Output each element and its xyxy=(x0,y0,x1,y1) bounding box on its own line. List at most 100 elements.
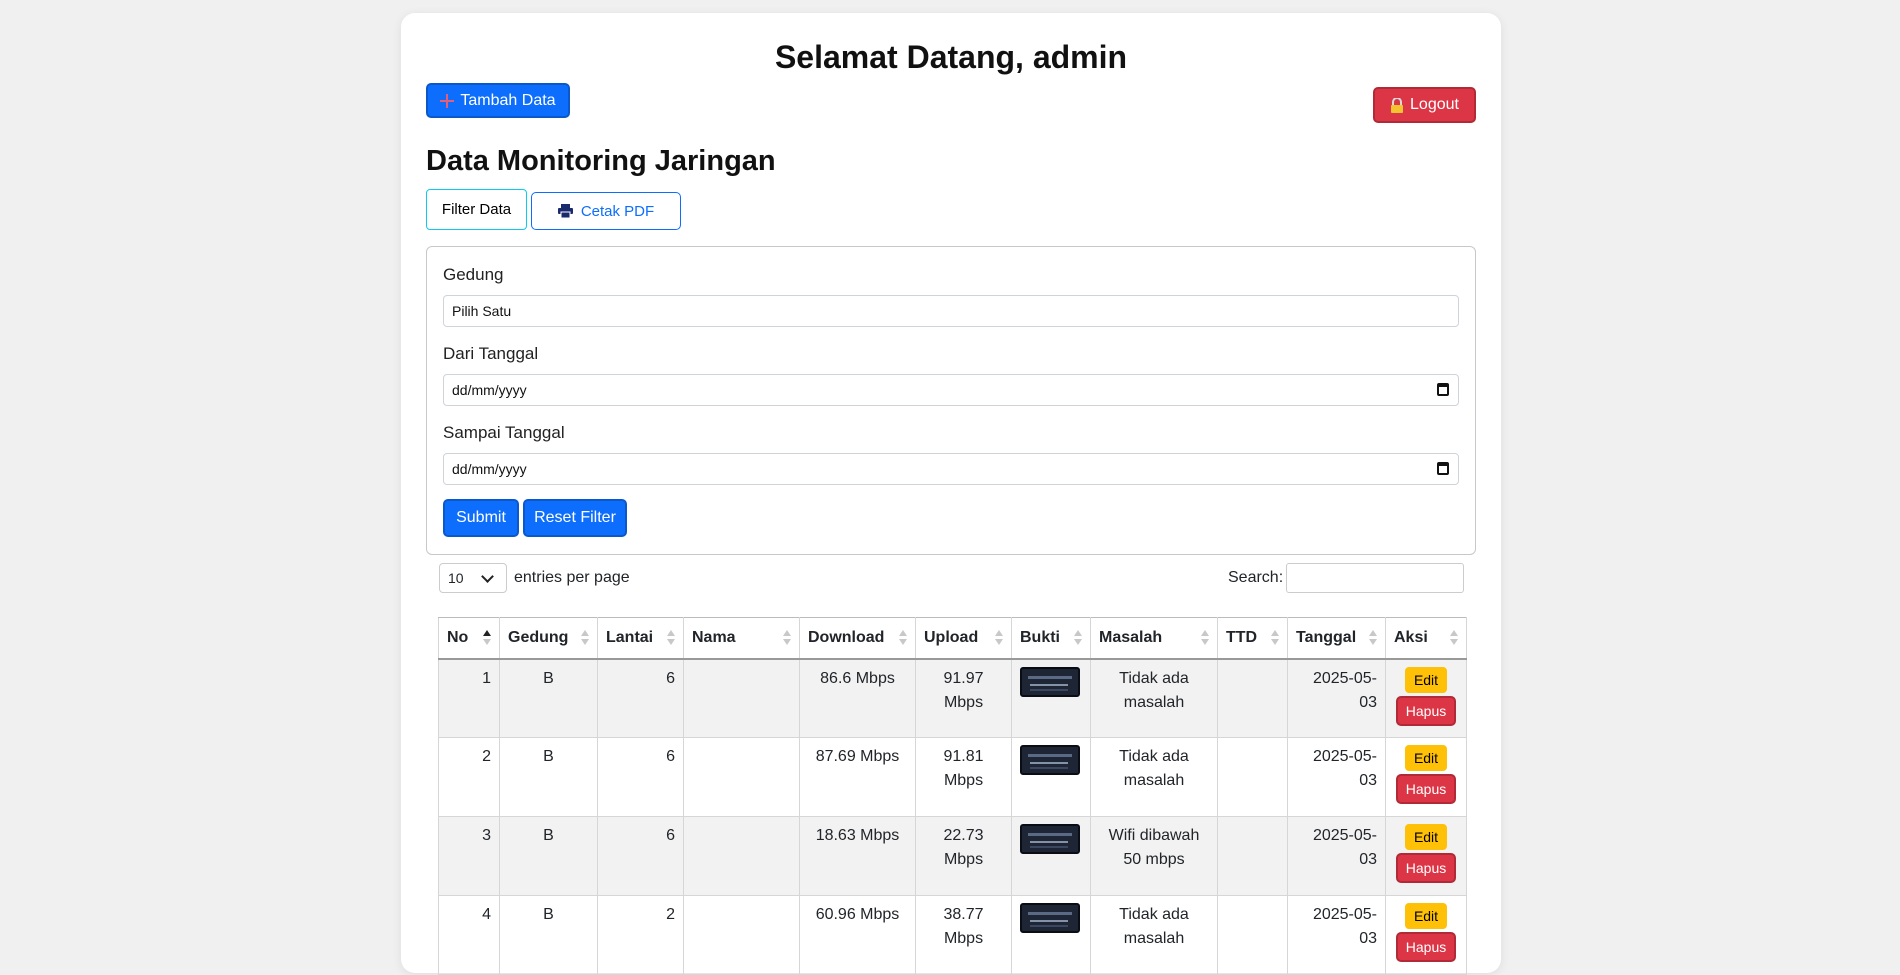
sort-icon xyxy=(995,630,1003,646)
sampai-tanggal-input[interactable]: dd/mm/yyyy xyxy=(443,453,1459,485)
delete-button[interactable]: Hapus xyxy=(1395,853,1457,883)
cell-nama xyxy=(683,816,800,896)
cell-tanggal: 2025-05-03 xyxy=(1287,737,1386,817)
calendar-icon[interactable] xyxy=(1437,383,1449,396)
cell-nama xyxy=(683,737,800,817)
cell-tanggal: 2025-05-03 xyxy=(1287,895,1386,975)
reset-filter-button[interactable]: Reset Filter xyxy=(523,499,627,537)
cell-ttd xyxy=(1217,895,1288,975)
gedung-label: Gedung xyxy=(443,265,504,284)
edit-button[interactable]: Edit xyxy=(1404,666,1448,693)
print-pdf-label: Cetak PDF xyxy=(580,202,655,220)
cell-aksi: Edit Hapus xyxy=(1385,816,1467,896)
submit-button[interactable]: Submit xyxy=(443,499,519,537)
logout-label: Logout xyxy=(1410,96,1459,113)
cell-aksi: Edit Hapus xyxy=(1385,895,1467,975)
reset-filter-label: Reset Filter xyxy=(534,509,616,526)
proof-image-thumbnail[interactable] xyxy=(1020,666,1080,697)
sort-icon xyxy=(581,630,589,646)
sort-icon xyxy=(483,630,491,646)
tab-filter-label: Filter Data xyxy=(441,201,512,218)
column-header-masalah[interactable]: Masalah xyxy=(1090,617,1218,660)
lock-icon xyxy=(1391,97,1404,113)
column-header-download[interactable]: Download xyxy=(799,617,916,660)
tab-filter-data[interactable]: Filter Data xyxy=(426,189,527,230)
monitoring-table: No Gedung Lantai Nama Download Upload Bu… xyxy=(438,617,1467,975)
sampai-tanggal-value: dd/mm/yyyy xyxy=(452,461,527,477)
cell-bukti xyxy=(1011,658,1091,738)
dari-tanggal-value: dd/mm/yyyy xyxy=(452,382,527,398)
cell-nama xyxy=(683,658,800,738)
cell-download: 60.96 Mbps xyxy=(799,895,916,975)
filter-panel: Gedung Pilih Satu Dari Tanggal dd/mm/yyy… xyxy=(426,246,1476,555)
logout-button[interactable]: Logout xyxy=(1373,87,1476,123)
column-header-upload[interactable]: Upload xyxy=(915,617,1012,660)
dari-tanggal-input[interactable]: dd/mm/yyyy xyxy=(443,374,1459,406)
proof-image-thumbnail[interactable] xyxy=(1020,903,1080,933)
entries-per-page-select[interactable]: 10 xyxy=(439,563,507,593)
delete-button[interactable]: Hapus xyxy=(1395,695,1457,726)
edit-button[interactable]: Edit xyxy=(1404,745,1448,771)
table-header-row: No Gedung Lantai Nama Download Upload Bu… xyxy=(438,617,1467,660)
cell-lantai: 6 xyxy=(597,658,684,738)
cell-bukti xyxy=(1011,816,1091,896)
proof-image-thumbnail[interactable] xyxy=(1020,745,1080,775)
entries-value: 10 xyxy=(448,570,464,586)
gedung-select-value: Pilih Satu xyxy=(452,303,512,319)
main-card: Selamat Datang, admin Tambah Data Logout… xyxy=(401,13,1501,975)
dari-tanggal-label: Dari Tanggal xyxy=(443,344,539,363)
column-header-tanggal[interactable]: Tanggal xyxy=(1287,617,1386,660)
edit-button[interactable]: Edit xyxy=(1404,824,1448,850)
cell-download: 87.69 Mbps xyxy=(799,737,916,817)
cell-upload: 91.81 Mbps xyxy=(915,737,1012,817)
table-row: 1 B 6 86.6 Mbps 91.97 Mbps Tidak ada mas… xyxy=(438,658,1467,738)
search-label: Search: xyxy=(1228,569,1284,586)
sampai-tanggal-label: Sampai Tanggal xyxy=(443,423,565,442)
plus-icon xyxy=(440,93,455,108)
column-header-gedung[interactable]: Gedung xyxy=(499,617,598,660)
cell-lantai: 6 xyxy=(597,816,684,896)
sort-icon xyxy=(1201,630,1209,646)
cell-masalah: Tidak ada masalah xyxy=(1090,895,1218,975)
column-header-lantai[interactable]: Lantai xyxy=(597,617,684,660)
page-title: Selamat Datang, admin xyxy=(774,39,1128,75)
cell-masalah: Tidak ada masalah xyxy=(1090,658,1218,738)
cell-tanggal: 2025-05-03 xyxy=(1287,816,1386,896)
cell-upload: 38.77 Mbps xyxy=(915,895,1012,975)
cell-lantai: 2 xyxy=(597,895,684,975)
column-header-no[interactable]: No xyxy=(438,617,500,660)
edit-button[interactable]: Edit xyxy=(1404,903,1448,929)
cell-gedung: B xyxy=(499,895,598,975)
submit-label: Submit xyxy=(456,509,506,526)
gedung-select[interactable]: Pilih Satu xyxy=(443,295,1459,327)
print-pdf-button[interactable]: Cetak PDF xyxy=(531,192,681,230)
add-data-label: Tambah Data xyxy=(460,91,556,109)
sort-icon xyxy=(1369,630,1377,646)
cell-gedung: B xyxy=(499,658,598,738)
entries-label: entries per page xyxy=(514,569,630,586)
chevron-down-icon xyxy=(481,570,494,583)
calendar-icon[interactable] xyxy=(1437,462,1449,475)
cell-no: 1 xyxy=(438,658,500,738)
delete-button[interactable]: Hapus xyxy=(1395,932,1457,962)
column-header-aksi[interactable]: Aksi xyxy=(1385,617,1467,660)
column-header-bukti[interactable]: Bukti xyxy=(1011,617,1091,660)
sort-icon xyxy=(667,630,675,646)
cell-download: 18.63 Mbps xyxy=(799,816,916,896)
cell-gedung: B xyxy=(499,816,598,896)
column-header-ttd[interactable]: TTD xyxy=(1217,617,1288,660)
add-data-button[interactable]: Tambah Data xyxy=(426,83,570,118)
proof-image-thumbnail[interactable] xyxy=(1020,824,1080,854)
sort-icon xyxy=(1074,630,1082,646)
table-row: 3 B 6 18.63 Mbps 22.73 Mbps Wifi dibawah… xyxy=(438,816,1467,896)
cell-ttd xyxy=(1217,737,1288,817)
delete-button[interactable]: Hapus xyxy=(1395,774,1457,804)
cell-bukti xyxy=(1011,895,1091,975)
search-input[interactable] xyxy=(1286,563,1464,593)
column-header-nama[interactable]: Nama xyxy=(683,617,800,660)
cell-upload: 22.73 Mbps xyxy=(915,816,1012,896)
table-row: 4 B 2 60.96 Mbps 38.77 Mbps Tidak ada ma… xyxy=(438,895,1467,975)
sort-icon xyxy=(899,630,907,646)
cell-no: 4 xyxy=(438,895,500,975)
cell-aksi: Edit Hapus xyxy=(1385,737,1467,817)
